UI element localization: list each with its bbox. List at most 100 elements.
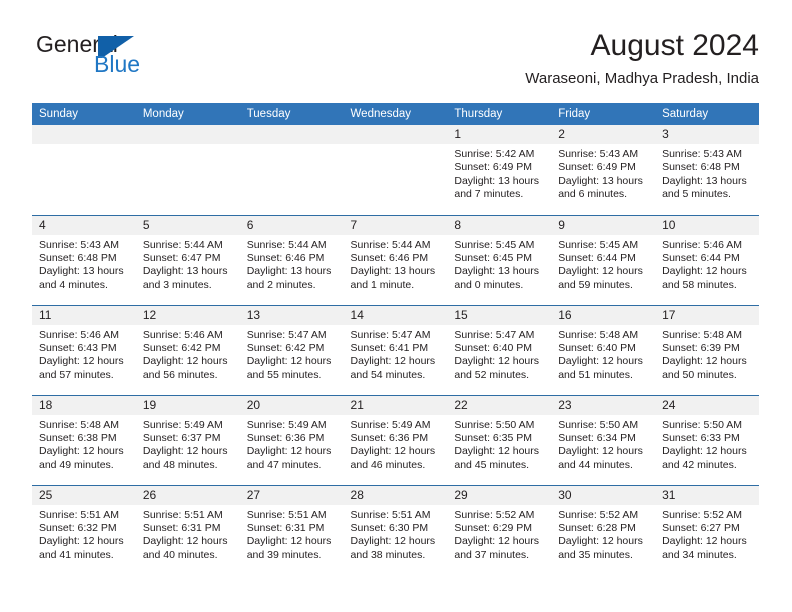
sunrise-text: Sunrise: 5:48 AM bbox=[558, 328, 639, 341]
calendar-day-cell[interactable]: 9 Sunrise: 5:45 AM Sunset: 6:44 PM Daylight… bbox=[551, 214, 656, 305]
day-number: 28 bbox=[343, 485, 448, 505]
sunrise-text: Sunrise: 5:49 AM bbox=[246, 418, 327, 431]
day-number bbox=[239, 125, 344, 144]
daylight-text: Daylight: 12 hours and 49 minutes. bbox=[39, 445, 124, 471]
calendar-day-cell[interactable]: 12 Sunrise: 5:46 AM Sunset: 6:42 PM Dayligh… bbox=[135, 304, 240, 395]
calendar-day-cell[interactable]: 24 Sunrise: 5:50 AM Sunset: 6:33 PM Dayligh… bbox=[655, 394, 759, 485]
day-number: 17 bbox=[655, 305, 759, 325]
calendar-day-cell[interactable]: 4 Sunrise: 5:43 AM Sunset: 6:48 PM Daylight… bbox=[32, 214, 136, 305]
daylight-text: Daylight: 13 hours and 7 minutes. bbox=[454, 174, 540, 201]
day-number: 21 bbox=[343, 395, 448, 415]
day-number: 9 bbox=[551, 215, 656, 235]
sunrise-text: Sunrise: 5:44 AM bbox=[142, 238, 223, 251]
day-details: Sunrise: 5:51 AM Sunset: 6:31 PM Daylight:… bbox=[136, 505, 240, 563]
calendar-day-cell[interactable]: 19 Sunrise: 5:49 AM Sunset: 6:37 PM Dayligh… bbox=[135, 394, 240, 485]
sunrise-text: Sunrise: 5:45 AM bbox=[558, 238, 639, 251]
sunrise-text: Sunrise: 5:50 AM bbox=[558, 418, 639, 431]
day-details: Sunrise: 5:50 AM Sunset: 6:34 PM Daylight:… bbox=[551, 415, 655, 473]
day-number: 1 bbox=[447, 125, 552, 144]
calendar-day-cell[interactable]: 29 Sunrise: 5:52 AM Sunset: 6:29 PM Dayligh… bbox=[447, 484, 552, 575]
calendar-day-cell[interactable]: 8 Sunrise: 5:45 AM Sunset: 6:45 PM Daylight… bbox=[447, 214, 552, 305]
daylight-text: Daylight: 13 hours and 3 minutes. bbox=[142, 265, 228, 291]
calendar-body: 1 Sunrise: 5:42 AM Sunset: 6:49 PM Daylight… bbox=[32, 125, 759, 575]
calendar-day-cell[interactable]: 6 Sunrise: 5:44 AM Sunset: 6:46 PM Daylight… bbox=[239, 214, 344, 305]
sunset-text: Sunset: 6:48 PM bbox=[662, 161, 740, 174]
day-number: 10 bbox=[655, 215, 759, 235]
calendar-day-cell[interactable]: 15 Sunrise: 5:47 AM Sunset: 6:40 PM Dayligh… bbox=[447, 304, 552, 395]
day-details: Sunrise: 5:52 AM Sunset: 6:28 PM Daylight:… bbox=[551, 505, 655, 563]
calendar-day-cell[interactable]: 10 Sunrise: 5:46 AM Sunset: 6:44 PM Dayligh… bbox=[655, 214, 759, 305]
calendar-day-cell[interactable]: 17 Sunrise: 5:48 AM Sunset: 6:39 PM Dayligh… bbox=[655, 304, 759, 395]
sunset-text: Sunset: 6:44 PM bbox=[662, 251, 740, 264]
calendar-day-cell[interactable]: 26 Sunrise: 5:51 AM Sunset: 6:31 PM Dayligh… bbox=[135, 484, 240, 575]
calendar-day-cell[interactable]: 28 Sunrise: 5:51 AM Sunset: 6:30 PM Dayligh… bbox=[343, 484, 448, 575]
calendar-day-cell[interactable]: 31 Sunrise: 5:52 AM Sunset: 6:27 PM Dayligh… bbox=[655, 484, 759, 575]
day-details: Sunrise: 5:48 AM Sunset: 6:40 PM Daylight:… bbox=[551, 325, 655, 383]
calendar-day-cell[interactable]: 27 Sunrise: 5:51 AM Sunset: 6:31 PM Dayligh… bbox=[239, 484, 344, 575]
sunrise-text: Sunrise: 5:48 AM bbox=[662, 328, 743, 341]
day-number: 2 bbox=[551, 125, 656, 144]
daylight-text: Daylight: 12 hours and 38 minutes. bbox=[350, 535, 436, 561]
calendar-day-cell[interactable]: 11 Sunrise: 5:46 AM Sunset: 6:43 PM Dayligh… bbox=[32, 304, 136, 395]
sunset-text: Sunset: 6:36 PM bbox=[350, 431, 429, 444]
calendar-day-cell[interactable]: 2 Sunrise: 5:43 AM Sunset: 6:49 PM Daylight… bbox=[551, 125, 656, 215]
day-details: Sunrise: 5:49 AM Sunset: 6:36 PM Daylight:… bbox=[240, 415, 344, 473]
sunrise-text: Sunrise: 5:46 AM bbox=[39, 328, 119, 341]
sunrise-text: Sunrise: 5:45 AM bbox=[454, 238, 535, 251]
sunrise-text: Sunrise: 5:46 AM bbox=[142, 328, 223, 341]
day-details: Sunrise: 5:50 AM Sunset: 6:33 PM Daylight:… bbox=[655, 415, 759, 473]
page-header: General Blue August 2024 Waraseoni, Madh… bbox=[32, 28, 759, 94]
weekday-header-friday: Friday bbox=[551, 103, 656, 125]
sunrise-text: Sunrise: 5:49 AM bbox=[350, 418, 431, 431]
day-number: 19 bbox=[135, 395, 240, 415]
sunrise-text: Sunrise: 5:52 AM bbox=[558, 508, 639, 521]
sunset-text: Sunset: 6:33 PM bbox=[662, 431, 740, 444]
sunrise-text: Sunrise: 5:51 AM bbox=[142, 508, 223, 521]
sunset-text: Sunset: 6:39 PM bbox=[662, 341, 740, 354]
sunset-text: Sunset: 6:30 PM bbox=[350, 521, 429, 534]
day-details: Sunrise: 5:51 AM Sunset: 6:31 PM Daylight:… bbox=[240, 505, 344, 563]
sunset-text: Sunset: 6:32 PM bbox=[39, 521, 117, 534]
calendar-day-cell[interactable]: 7 Sunrise: 5:44 AM Sunset: 6:46 PM Daylight… bbox=[343, 214, 448, 305]
calendar-day-cell[interactable]: 30 Sunrise: 5:52 AM Sunset: 6:28 PM Dayligh… bbox=[551, 484, 656, 575]
calendar-page: General Blue August 2024 Waraseoni, Madh… bbox=[0, 0, 792, 612]
day-details: Sunrise: 5:52 AM Sunset: 6:29 PM Daylight:… bbox=[447, 505, 551, 563]
sunrise-text: Sunrise: 5:44 AM bbox=[350, 238, 431, 251]
calendar-day-cell[interactable]: 1 Sunrise: 5:42 AM Sunset: 6:49 PM Daylight… bbox=[447, 125, 552, 215]
calendar-day-cell[interactable]: 23 Sunrise: 5:50 AM Sunset: 6:34 PM Dayligh… bbox=[551, 394, 656, 485]
calendar-day-cell[interactable]: 13 Sunrise: 5:47 AM Sunset: 6:42 PM Dayligh… bbox=[239, 304, 344, 395]
calendar-day-cell[interactable]: 22 Sunrise: 5:50 AM Sunset: 6:35 PM Dayligh… bbox=[447, 394, 552, 485]
calendar-day-cell[interactable]: 18 Sunrise: 5:48 AM Sunset: 6:38 PM Dayligh… bbox=[32, 394, 136, 485]
calendar-day-cell[interactable]: 25 Sunrise: 5:51 AM Sunset: 6:32 PM Dayligh… bbox=[32, 484, 136, 575]
sunset-text: Sunset: 6:44 PM bbox=[558, 251, 636, 264]
sunrise-text: Sunrise: 5:50 AM bbox=[662, 418, 743, 431]
day-number: 22 bbox=[447, 395, 552, 415]
sunrise-text: Sunrise: 5:47 AM bbox=[454, 328, 535, 341]
sunrise-text: Sunrise: 5:47 AM bbox=[246, 328, 327, 341]
day-number: 27 bbox=[239, 485, 344, 505]
day-number bbox=[343, 125, 448, 144]
day-number: 16 bbox=[551, 305, 656, 325]
sunset-text: Sunset: 6:43 PM bbox=[39, 341, 117, 354]
sunset-text: Sunset: 6:31 PM bbox=[246, 521, 325, 534]
daylight-text: Daylight: 12 hours and 35 minutes. bbox=[558, 535, 643, 561]
day-details: Sunrise: 5:47 AM Sunset: 6:41 PM Daylight:… bbox=[344, 325, 448, 383]
daylight-text: Daylight: 12 hours and 41 minutes. bbox=[39, 535, 124, 561]
day-number bbox=[135, 125, 240, 144]
day-details: Sunrise: 5:48 AM Sunset: 6:39 PM Daylight:… bbox=[655, 325, 759, 383]
sunset-text: Sunset: 6:27 PM bbox=[662, 521, 740, 534]
day-details: Sunrise: 5:44 AM Sunset: 6:47 PM Daylight:… bbox=[136, 235, 240, 293]
calendar-day-cell[interactable]: 5 Sunrise: 5:44 AM Sunset: 6:47 PM Daylight… bbox=[135, 214, 240, 305]
day-details: Sunrise: 5:49 AM Sunset: 6:36 PM Daylight:… bbox=[344, 415, 448, 473]
calendar-day-cell[interactable]: 16 Sunrise: 5:48 AM Sunset: 6:40 PM Dayligh… bbox=[551, 304, 656, 395]
calendar-day-cell[interactable]: 20 Sunrise: 5:49 AM Sunset: 6:36 PM Dayligh… bbox=[239, 394, 344, 485]
daylight-text: Daylight: 13 hours and 0 minutes. bbox=[454, 265, 540, 291]
calendar-day-cell[interactable]: 21 Sunrise: 5:49 AM Sunset: 6:36 PM Dayligh… bbox=[343, 394, 448, 485]
day-number: 24 bbox=[655, 395, 759, 415]
daylight-text: Daylight: 12 hours and 37 minutes. bbox=[454, 535, 540, 561]
brand-logo[interactable]: General Blue bbox=[32, 28, 332, 88]
calendar-day-cell[interactable]: 3 Sunrise: 5:43 AM Sunset: 6:48 PM Daylight… bbox=[655, 125, 759, 215]
daylight-text: Daylight: 13 hours and 5 minutes. bbox=[662, 174, 747, 201]
calendar-week-row: 11 Sunrise: 5:46 AM Sunset: 6:43 PM Dayligh… bbox=[32, 304, 759, 395]
calendar-day-cell[interactable]: 14 Sunrise: 5:47 AM Sunset: 6:41 PM Dayligh… bbox=[343, 304, 448, 395]
